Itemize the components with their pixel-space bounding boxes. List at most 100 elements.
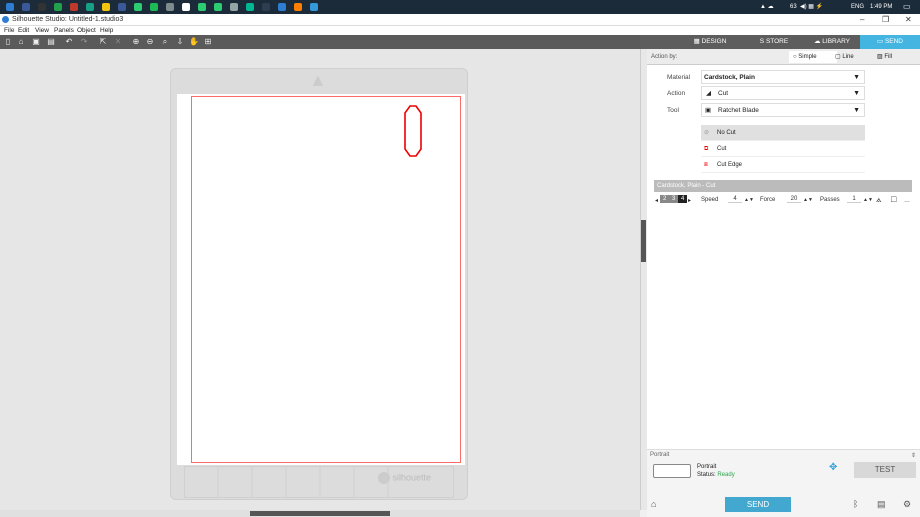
taskbar-app-icon[interactable] — [86, 3, 94, 11]
zoom-in-icon[interactable]: ⊕ — [131, 37, 141, 47]
tray-icons[interactable]: ▲ ☁ — [760, 3, 774, 11]
speed-value[interactable]: 4 — [728, 196, 742, 203]
material-row-header[interactable]: Cardstock, Plain - Cut — [654, 180, 912, 192]
select-icon[interactable]: ⇱ — [98, 37, 108, 47]
send-button[interactable]: SEND — [725, 497, 791, 512]
menu-edit[interactable]: Edit — [18, 27, 29, 34]
passes-stepper-icon[interactable]: ▲▼ — [863, 197, 873, 203]
step-2[interactable]: 2 — [660, 195, 670, 203]
dropdown-arrow-icon: ▼ — [853, 74, 860, 81]
fit-to-page-icon[interactable]: ⊞ — [203, 37, 213, 47]
taskbar-app-icon[interactable] — [166, 3, 174, 11]
horizontal-scroll-thumb[interactable] — [250, 511, 390, 516]
move-down-icon[interactable]: ⇩ — [175, 37, 185, 47]
dropdown-arrow-icon: ▼ — [853, 90, 860, 97]
speed-stepper-icon[interactable]: ▲▼ — [744, 197, 754, 203]
redo-icon[interactable]: ↷ — [79, 37, 89, 47]
cut-label: Cut — [717, 146, 727, 152]
maximize-button[interactable]: ❐ — [882, 15, 889, 24]
delete-icon[interactable]: ✕ — [113, 37, 123, 47]
bluetooth-icon[interactable]: ᛒ — [853, 499, 858, 509]
design-shape[interactable] — [402, 105, 424, 157]
tray-system-icons[interactable]: ◀) ▦ ⚡ — [800, 3, 823, 11]
ratchet-blade-icon: ▣ — [705, 107, 712, 114]
clock[interactable]: 1:49 PM — [870, 3, 892, 11]
action-simple-option[interactable]: ○ Simple — [789, 51, 837, 63]
action-line-option[interactable]: ▢ Line — [835, 51, 854, 63]
taskbar-app-icon[interactable] — [246, 3, 254, 11]
menu-file[interactable]: File — [4, 27, 14, 34]
more-options-icon[interactable]: … — [904, 198, 910, 204]
action-fill-option[interactable]: ▨ Fill — [877, 51, 892, 63]
notifications-icon[interactable]: ▭ — [903, 3, 911, 11]
taskbar-app-icon[interactable] — [182, 3, 190, 11]
taskbar-app-icon[interactable] — [70, 3, 78, 11]
cut-option-cut-edge[interactable]: ⧈ Cut Edge — [701, 157, 865, 173]
vertical-scroll-thumb[interactable] — [641, 220, 646, 262]
tab-library[interactable]: ☁ LIBRARY — [806, 35, 858, 49]
speed-label: Speed — [701, 197, 719, 203]
menu-view[interactable]: View — [35, 27, 49, 34]
force-value[interactable]: 20 — [787, 196, 801, 203]
send-icon: ▭ — [876, 38, 885, 45]
taskbar-app-icon[interactable] — [6, 3, 14, 11]
step-right-icon[interactable]: ▸ — [688, 197, 691, 204]
taskbar-app-icon[interactable] — [54, 3, 62, 11]
main-toolbar: ▯ ⌂ ▣ ▤ ↶ ↷ ⇱ ✕ ⊕ ⊖ ⌕ ⇩ ✋ ⊞ — [0, 35, 640, 49]
step-left-icon[interactable]: ◂ — [655, 197, 658, 204]
taskbar-app-icon[interactable] — [38, 3, 46, 11]
minimize-button[interactable]: – — [860, 15, 864, 24]
top-nav-tabs: ▦ DESIGN S STORE ☁ LIBRARY ▭ SEND — [640, 35, 920, 49]
tab-library-label: LIBRARY — [822, 38, 850, 45]
vertical-scrollbar[interactable] — [640, 49, 647, 510]
load-direction-arrow-icon: ▲ — [309, 70, 327, 90]
pan-hand-icon[interactable]: ✋ — [189, 37, 199, 47]
taskbar-app-icon[interactable] — [22, 3, 30, 11]
machine-icon[interactable]: ▤ — [877, 499, 886, 510]
zoom-select-icon[interactable]: ⌕ — [160, 37, 170, 47]
cut-option-no-cut[interactable]: ⊘ No Cut — [701, 125, 865, 141]
windows-taskbar: ▲ ☁ 63 ◀) ▦ ⚡ ENG 1:49 PM ▭ — [0, 0, 920, 14]
cut-option-cut[interactable]: ⧉ Cut — [701, 141, 865, 157]
taskbar-app-icon[interactable] — [262, 3, 270, 11]
taskbar-app-icon[interactable] — [230, 3, 238, 11]
move-tool-arrows-icon[interactable]: ✥ — [829, 462, 837, 473]
menu-panels[interactable]: Panels — [54, 27, 74, 34]
zoom-out-icon[interactable]: ⊖ — [145, 37, 155, 47]
settings-gear-icon[interactable]: ⚙ — [903, 499, 911, 510]
step-3[interactable]: 3 — [669, 195, 679, 203]
step-4[interactable]: 4 — [678, 195, 688, 203]
force-stepper-icon[interactable]: ▲▼ — [803, 197, 813, 203]
tab-design[interactable]: ▦ DESIGN — [684, 35, 736, 49]
taskbar-app-icon[interactable] — [134, 3, 142, 11]
taskbar-app-icon[interactable] — [150, 3, 158, 11]
blade-depth-icon[interactable]: ⟑ — [876, 194, 881, 205]
language-indicator[interactable]: ENG — [851, 3, 864, 11]
taskbar-app-icon[interactable] — [310, 3, 318, 11]
new-file-icon[interactable]: ▯ — [3, 37, 13, 47]
open-folder-icon[interactable]: ⌂ — [16, 37, 26, 47]
line-style-icon[interactable]: □ — [891, 194, 896, 204]
save-icon[interactable]: ▣ — [31, 37, 41, 47]
passes-value[interactable]: 1 — [847, 196, 861, 203]
silhouette-logo-icon — [378, 472, 390, 484]
menu-object[interactable]: Object — [77, 27, 96, 34]
taskbar-app-icon[interactable] — [198, 3, 206, 11]
undo-icon[interactable]: ↶ — [64, 37, 74, 47]
close-button[interactable]: ✕ — [905, 15, 912, 24]
expand-icon[interactable]: ⇕ — [911, 452, 916, 459]
taskbar-app-icon[interactable] — [278, 3, 286, 11]
print-icon[interactable]: ▤ — [46, 37, 56, 47]
taskbar-app-icon[interactable] — [214, 3, 222, 11]
menu-help[interactable]: Help — [100, 27, 113, 34]
tool-select[interactable]: ▣ Ratchet Blade ▼ — [701, 103, 865, 117]
action-select[interactable]: ◢ Cut ▼ — [701, 86, 865, 100]
tab-send[interactable]: ▭ SEND — [860, 35, 920, 49]
taskbar-app-icon[interactable] — [294, 3, 302, 11]
material-select[interactable]: Cardstock, Plain ▼ — [701, 70, 865, 84]
test-button[interactable]: TEST — [854, 462, 916, 478]
tab-store[interactable]: S STORE — [750, 35, 798, 49]
taskbar-app-icon[interactable] — [102, 3, 110, 11]
taskbar-app-icon[interactable] — [118, 3, 126, 11]
graduation-cap-icon[interactable]: ⌂ — [651, 499, 656, 509]
